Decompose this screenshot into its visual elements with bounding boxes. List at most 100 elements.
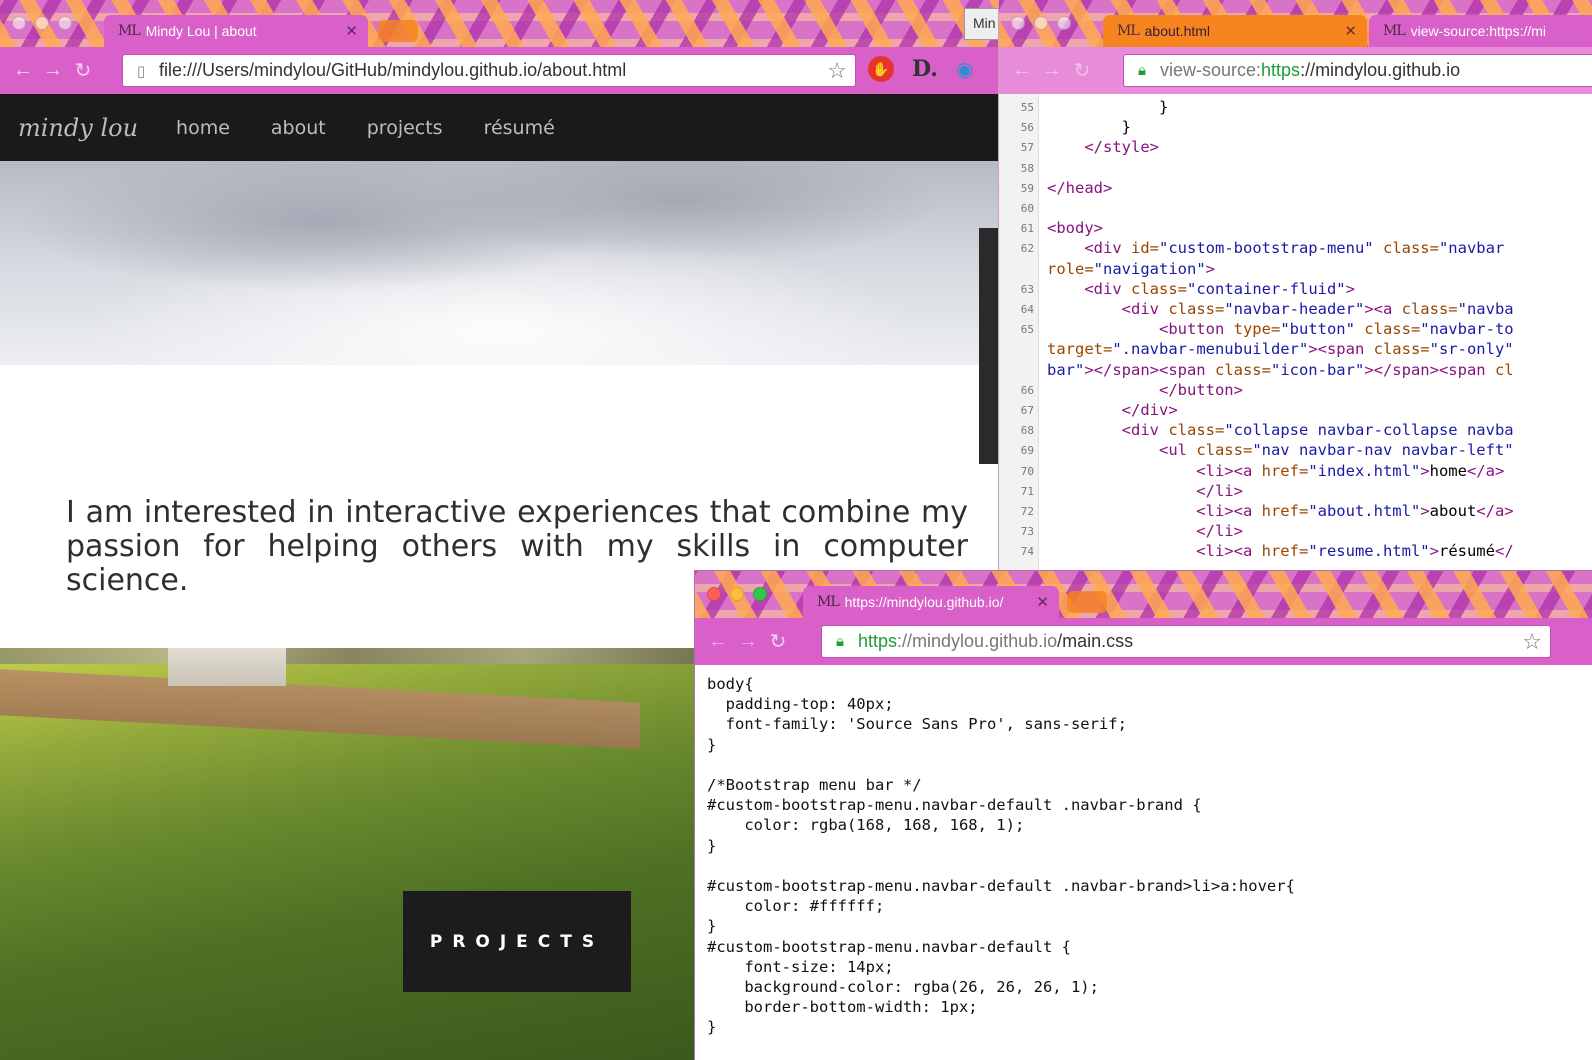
line-code: bar"></span><span class="icon-bar"></spa… [1047,361,1514,381]
css-line: body{ [707,675,754,693]
minimize-window-button[interactable] [1034,16,1048,30]
source-line: 60 [999,199,1047,219]
new-tab-button[interactable] [1067,591,1107,613]
code-token: </div> [1047,401,1178,419]
nav-link-home[interactable]: home [176,117,230,139]
monument-base [168,648,286,686]
css-line: color: rgba(168, 168, 168, 1); [707,816,1025,835]
line-code: <div class="navbar-header"><a class="nav… [1047,300,1514,320]
window-controls [12,16,72,30]
reload-icon[interactable]: ↻ [1067,58,1097,83]
address-bar[interactable]: 🔒︎ https://mindylou.github.io/main.css ☆ [821,625,1551,658]
d-icon[interactable]: D. [912,56,938,82]
reload-icon[interactable]: ↻ [68,58,98,83]
css-line: } [707,917,717,936]
back-arrow-icon[interactable]: ← [1007,59,1037,82]
url-rest: ://mindylou.github.io [1300,60,1461,80]
code-token: type= [1233,320,1281,339]
url-prefix: view-source: [1160,60,1262,80]
favicon: ML [1117,23,1140,39]
line-number: 73 [1020,525,1034,539]
line-code: } [1047,98,1168,118]
line-number: 71 [1020,484,1034,498]
code-token: <li><a [1047,461,1262,480]
css-line: font-family: 'Source Sans Pro', sans-ser… [707,715,1127,734]
code-token: <button [1047,320,1234,339]
close-window-button[interactable] [12,16,26,30]
line-code: <body> [1047,219,1103,239]
maximize-window-button[interactable] [1057,16,1071,30]
nav-link-about[interactable]: about [271,117,326,139]
source-line: 66 </button> [999,381,1243,401]
source-code-view: 55 } 56 } 57 </style> 58 59 </head> 60 61 <body>… [999,94,1592,570]
projects-button[interactable]: PROJECTS [403,891,631,992]
tab-close-icon[interactable]: ✕ [1344,22,1357,40]
bookmark-star-icon[interactable]: ☆ [1522,629,1542,655]
line-number: 67 [1020,404,1034,417]
browser-toolbar: ← → ↻ 🔒︎ https://mindylou.github.io/main… [695,618,1592,665]
reload-icon[interactable]: ↻ [763,629,793,654]
code-token: "icon-bar" [1270,360,1365,379]
css-line: } [707,1018,717,1037]
css-source-view: body{ padding-top: 40px; font-family: 'S… [695,665,1592,1060]
tab-close-icon[interactable]: ✕ [1036,593,1049,611]
maximize-window-button[interactable] [753,587,767,601]
forward-arrow-icon[interactable]: → [733,630,763,653]
url-path: /main.css [1057,631,1134,651]
code-token: class= [1131,279,1187,298]
maximize-window-button[interactable] [58,16,72,30]
code-token: "collapse navbar-collapse navba [1224,421,1514,440]
code-token: href= [1261,542,1309,561]
forward-arrow-icon[interactable]: → [1037,59,1067,82]
code-token: </li> [1047,522,1243,541]
tab-title: Mindy Lou | about [145,23,257,39]
back-arrow-icon[interactable]: ← [703,630,733,653]
bookmark-star-icon[interactable]: ☆ [827,58,847,84]
line-number: 56 [1020,121,1034,135]
favicon: ML [1383,23,1406,39]
line-code: <div id="custom-bootstrap-menu" class="n… [1047,239,1504,259]
code-token: "button" [1280,320,1355,339]
code-token: <div [1047,239,1131,258]
code-token: home [1429,461,1467,480]
url-scheme: https [858,631,898,651]
source-line: target=".navbar-menubuilder"><span class… [999,340,1514,360]
ublock-icon[interactable]: ✋ [868,56,894,82]
tab-about-html[interactable]: ML about.html ✕ [1103,15,1367,47]
css-line: border-bottom-width: 1px; [707,998,978,1017]
line-number: 66 [1020,383,1034,397]
line-code: </head> [1047,179,1112,199]
source-line: 61 <body> [999,219,1103,239]
eye-icon[interactable]: ◉ [956,57,973,82]
minimize-window-button[interactable] [730,587,744,601]
brand-logo[interactable]: mindy lou [18,114,138,142]
tab-mindy-lou-about[interactable]: ML Mindy Lou | about ✕ [104,15,368,47]
tab-main-css[interactable]: ML https://mindylou.github.io/ ✕ [803,586,1059,618]
tab-view-source[interactable]: ML view-source:https://mi [1369,15,1592,47]
code-token: cl [1494,360,1514,379]
source-line: 68 <div class="collapse navbar-collapse … [999,421,1514,441]
address-bar[interactable]: 🔒︎ view-source: https://mindylou.github.i… [1123,54,1592,87]
code-token: </a> [1476,502,1514,520]
line-number: 58 [1020,161,1034,175]
forward-arrow-icon[interactable]: → [38,59,68,82]
tab-partial[interactable]: Min [964,8,1000,40]
back-arrow-icon[interactable]: ← [8,59,38,82]
code-token: class= [1401,300,1458,318]
line-number: 65 [1020,323,1034,337]
address-bar[interactable]: ▯ file:///Users/mindylou/GitHub/mindylou… [122,54,856,87]
tab-strip: ML Mindy Lou | about ✕ Min [0,0,1000,47]
lawn-treeline [0,648,700,664]
tab-close-icon[interactable]: ✕ [345,22,358,40]
source-line: 64 <div class="navbar-header"><a class="… [999,300,1514,320]
code-token: "custom-bootstrap-menu" [1159,239,1374,258]
css-line: #custom-bootstrap-menu.navbar-default .n… [707,796,1202,815]
close-window-button[interactable] [707,587,721,601]
close-window-button[interactable] [1011,16,1025,30]
nav-link-resume[interactable]: résumé [484,117,555,139]
minimize-window-button[interactable] [35,16,49,30]
code-token: class= [1168,300,1225,318]
url-scheme: https [1261,60,1301,80]
nav-link-projects[interactable]: projects [367,117,443,139]
new-tab-button[interactable] [378,20,418,42]
